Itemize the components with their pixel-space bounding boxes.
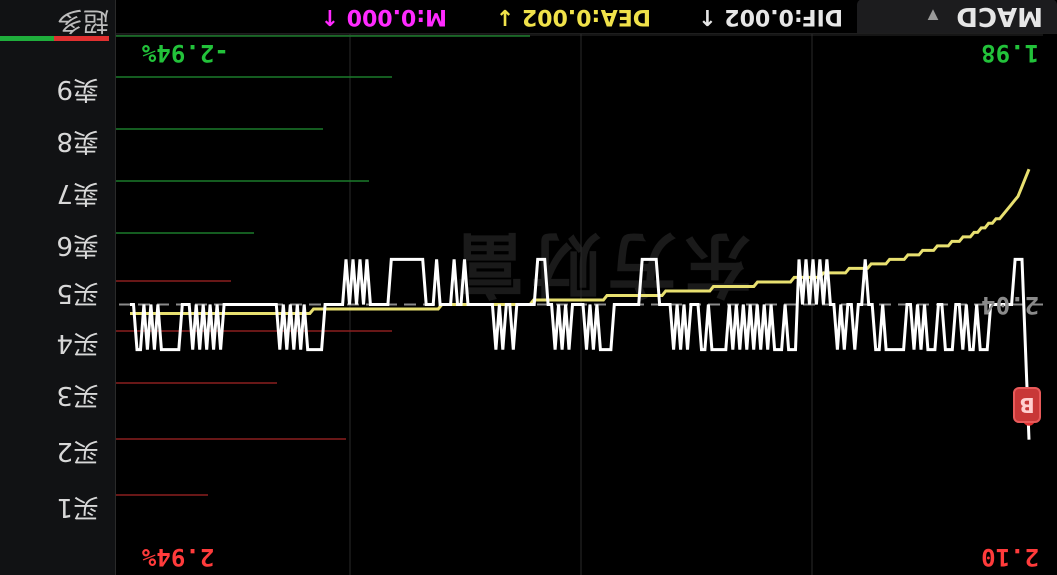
order-level-label: 卖6 bbox=[56, 230, 99, 260]
macd-m-value: M:0.000 ↑ bbox=[320, 4, 447, 29]
order-level[interactable]: 卖8 bbox=[0, 121, 115, 161]
order-level[interactable]: 卖7 bbox=[0, 173, 115, 213]
price-line bbox=[130, 257, 1031, 440]
order-level-label: 买1 bbox=[56, 492, 99, 522]
pct-low-label: -2.94% bbox=[142, 39, 229, 67]
price-high-label: 2.10 bbox=[981, 543, 1039, 571]
order-level[interactable]: 买3 bbox=[0, 375, 115, 415]
order-volume-bars bbox=[116, 35, 530, 496]
order-level[interactable]: 买2 bbox=[0, 431, 115, 471]
order-level-label: 买4 bbox=[56, 328, 99, 358]
app-stage: 买1 买2 买3 买4 买5 卖6 卖7 卖8 卖9 超多 东方财富 2.10 … bbox=[0, 0, 1057, 575]
order-level-label: 买2 bbox=[56, 436, 99, 466]
order-level-label: 买3 bbox=[56, 380, 99, 410]
intraday-chart[interactable]: 东方财富 2.10 2.94% 2.04 1.98 -2.94% B bbox=[116, 34, 1043, 575]
order-level-label: 买5 bbox=[56, 278, 99, 308]
macd-dif-value: DIF:0.002 ↑ bbox=[698, 4, 843, 29]
order-level-label: 卖7 bbox=[56, 178, 99, 208]
order-level[interactable]: 买1 bbox=[0, 487, 115, 527]
reference-price-label: 2.04 bbox=[981, 291, 1039, 319]
macd-dea-value: DEA:0.002 ↓ bbox=[495, 4, 651, 29]
order-book-mode-label[interactable]: 超多 bbox=[0, 0, 115, 40]
order-level[interactable]: 卖6 bbox=[0, 225, 115, 265]
chart-canvas bbox=[116, 34, 1043, 575]
average-price-line bbox=[130, 168, 1031, 315]
price-low-label: 1.98 bbox=[981, 39, 1039, 67]
order-level[interactable]: 卖9 bbox=[0, 69, 115, 109]
order-book-panel: 买1 买2 买3 买4 买5 卖6 卖7 卖8 卖9 超多 bbox=[0, 0, 116, 575]
order-level[interactable]: 买5 bbox=[0, 273, 115, 313]
indicator-select-label: MACD bbox=[956, 1, 1043, 31]
macd-indicator-bar: MACD ▼ DIF:0.002 ↑ DEA:0.002 ↓ M:0.000 ↑ bbox=[116, 0, 1057, 34]
triangle-down-icon: ▼ bbox=[927, 7, 939, 24]
pct-high-label: 2.94% bbox=[142, 543, 215, 571]
order-level-label: 卖9 bbox=[56, 74, 99, 104]
indicator-select-button[interactable]: MACD ▼ bbox=[857, 0, 1057, 33]
order-level[interactable]: 买4 bbox=[0, 323, 115, 363]
order-level-label: 卖8 bbox=[56, 126, 99, 156]
buy-signal-badge[interactable]: B bbox=[1013, 387, 1041, 423]
